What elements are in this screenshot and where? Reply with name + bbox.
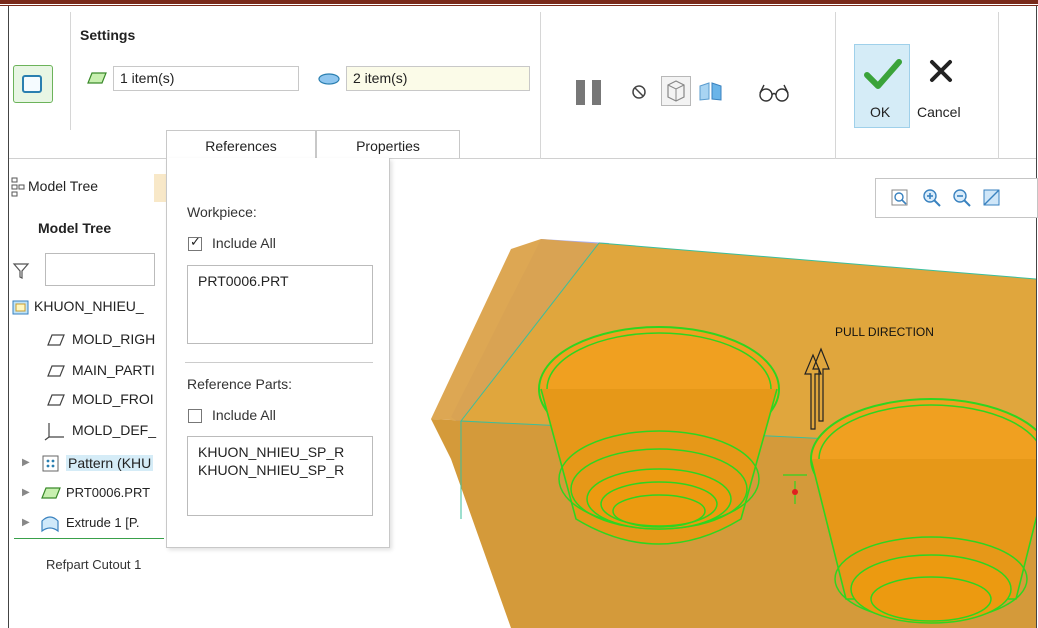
part-icon	[41, 487, 61, 499]
ribbon-separator	[70, 12, 71, 130]
tree-item-label: MAIN_PARTI	[72, 362, 155, 378]
tree-item-label: Extrude 1 [P.	[66, 515, 140, 530]
datum-plane-icon	[47, 365, 65, 377]
datum-plane-icon	[47, 394, 65, 406]
graphics-viewport[interactable]	[391, 159, 1036, 628]
refparts-listbox[interactable]: KHUON_NHIEU_SP_R KHUON_NHIEU_SP_R	[187, 436, 373, 516]
workpiece-label: Workpiece:	[187, 204, 257, 220]
tab-model-tree[interactable]: Model Tree	[28, 178, 98, 194]
zoom-in-icon[interactable]	[922, 188, 942, 208]
workpiece-include-all-label: Include All	[212, 235, 276, 251]
ribbon-separator	[540, 12, 541, 160]
model-tree-icon	[11, 177, 25, 197]
settings-title: Settings	[80, 27, 136, 43]
extrude-icon	[41, 516, 59, 533]
ribbon-separator	[998, 12, 999, 160]
pause-icon-bar-left[interactable]	[576, 80, 585, 105]
zoom-out-icon[interactable]	[952, 188, 972, 208]
header-rule	[0, 0, 1038, 4]
refparts-include-all-label: Include All	[212, 407, 276, 423]
ok-label: OK	[870, 104, 891, 120]
tree-item-label: KHUON_NHIEU_	[34, 298, 144, 314]
refit-icon[interactable]	[890, 188, 910, 208]
tab-references[interactable]: References	[166, 130, 316, 158]
pattern-icon	[42, 455, 59, 472]
expand-caret-icon[interactable]: ▶	[22, 517, 30, 528]
mold-model-graphic	[431, 239, 1036, 628]
workpiece-collector-field[interactable]: 1 item(s)	[113, 66, 299, 91]
cancel-x-icon[interactable]	[928, 58, 954, 84]
view-toolbar	[875, 178, 1038, 218]
refpart-list-item[interactable]: KHUON_NHIEU_SP_R	[198, 443, 372, 461]
panel-separator	[185, 362, 373, 363]
checkmark-icon	[864, 59, 902, 89]
preview-geometry-icon	[667, 80, 685, 102]
workpiece-listbox[interactable]: PRT0006.PRT	[187, 265, 373, 344]
refparts-collector-field[interactable]: 2 item(s)	[346, 66, 530, 91]
refpart-icon	[318, 73, 340, 85]
csys-icon	[44, 423, 64, 441]
part-icon	[87, 72, 107, 84]
feature-separator	[14, 538, 164, 539]
ribbon-separator	[835, 12, 836, 160]
tree-item-label: MOLD_FROI	[72, 391, 154, 407]
pull-direction-label: PULL DIRECTION	[835, 325, 934, 339]
refpart-cutout-button[interactable]	[13, 65, 53, 103]
refpart-list-item[interactable]: KHUON_NHIEU_SP_R	[198, 461, 372, 479]
refparts-include-all-checkbox[interactable]	[188, 409, 202, 423]
tree-item-label: Pattern (KHU	[66, 455, 154, 471]
tree-filter-input[interactable]	[45, 253, 155, 286]
tree-item-label: PRT0006.PRT	[66, 485, 151, 500]
tree-item-label: MOLD_RIGH	[72, 331, 156, 347]
glasses-icon[interactable]	[757, 82, 791, 102]
cutout-icon	[22, 75, 42, 93]
expand-caret-icon[interactable]: ▶	[22, 487, 30, 498]
expand-caret-icon[interactable]: ▶	[22, 457, 30, 468]
repaint-icon[interactable]	[982, 188, 1002, 208]
geometry-preview-button[interactable]	[661, 76, 691, 106]
workpiece-include-all-checkbox[interactable]	[188, 235, 202, 251]
assembly-icon	[12, 300, 29, 315]
cancel-button[interactable]: Cancel	[917, 104, 961, 120]
verify-mode-icon[interactable]	[697, 80, 725, 104]
tree-item-label: MOLD_DEF_	[72, 422, 157, 438]
reference-parts-label: Reference Parts:	[187, 376, 293, 392]
active-feature-label: Refpart Cutout 1	[46, 557, 142, 572]
no-preview-icon[interactable]	[631, 84, 647, 100]
model-tree-title: Model Tree	[38, 220, 112, 236]
tab-properties[interactable]: Properties	[316, 130, 460, 158]
references-panel: Workpiece: Include All PRT0006.PRT Refer…	[166, 158, 390, 548]
right-border	[1036, 6, 1037, 628]
filter-icon[interactable]	[12, 262, 30, 280]
datum-plane-icon	[47, 334, 65, 346]
pause-icon[interactable]	[592, 80, 601, 105]
workpiece-list-item[interactable]: PRT0006.PRT	[198, 272, 372, 290]
folder-browser-tab-icon[interactable]	[154, 174, 166, 202]
